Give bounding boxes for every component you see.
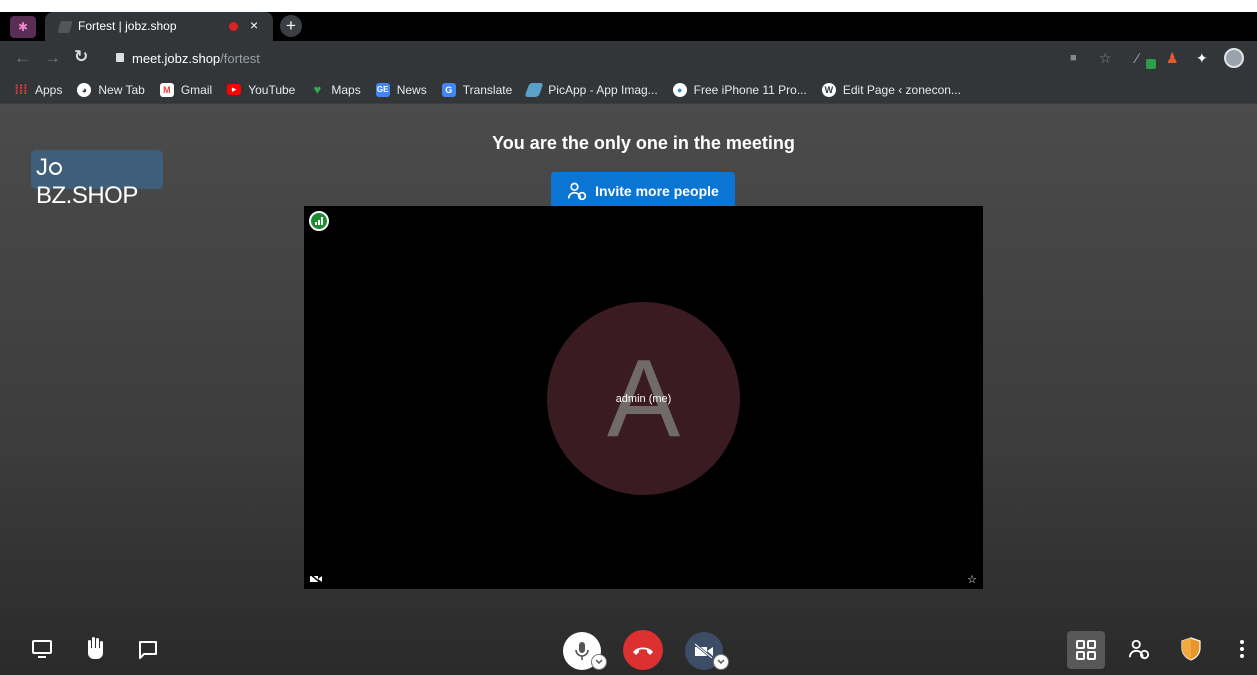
bookmark-apps[interactable]: ⁞⁞⁞ Apps: [14, 82, 63, 97]
invite-label: Invite more people: [595, 182, 719, 199]
raise-hand-icon[interactable]: [84, 635, 108, 661]
bookmark-picapp[interactable]: PicApp - App Imag...: [524, 82, 658, 97]
camera-button[interactable]: [685, 632, 729, 670]
logo-text-right: BZ.SHOP: [36, 182, 138, 209]
bookmark-gmail[interactable]: M Gmail: [159, 82, 213, 97]
camera-blocked-icon[interactable]: ■: [1070, 52, 1077, 64]
tab-close-icon[interactable]: ×: [250, 17, 258, 33]
globe-icon: ◕: [77, 82, 92, 97]
bookmark-maps[interactable]: ♥ Maps: [310, 82, 361, 97]
chat-icon[interactable]: [137, 639, 159, 661]
connection-quality-icon[interactable]: [309, 211, 329, 231]
add-person-icon: [567, 182, 587, 200]
bookmark-star-icon[interactable]: ☆: [1099, 50, 1112, 67]
url-path: /fortest: [220, 51, 260, 66]
lock-icon: [116, 53, 124, 62]
microphone-icon: [575, 642, 589, 660]
wordpress-icon: W: [821, 82, 836, 97]
logo-text-left: J: [36, 154, 48, 181]
camera-off-icon: [694, 643, 713, 659]
tab-title: Fortest | jobz.shop: [78, 19, 177, 33]
forward-arrow-icon[interactable]: →: [44, 48, 61, 68]
person-extension-icon[interactable]: ♟: [1166, 50, 1179, 67]
hangup-phone-icon: [633, 647, 653, 655]
address-bar: ← → ↻ meet.jobz.shop/fortest ■ ☆ ⁄ ♟ ✦: [0, 41, 1257, 76]
bookmark-label: Maps: [331, 82, 361, 97]
slack-app-icon[interactable]: ✱: [10, 16, 36, 38]
url-host: meet.jobz.shop: [132, 51, 221, 66]
bookmark-label: New Tab: [98, 82, 145, 97]
url-field[interactable]: meet.jobz.shop/fortest: [132, 51, 260, 66]
bookmark-label: Gmail: [180, 82, 213, 97]
profile-avatar[interactable]: [1224, 48, 1244, 68]
bookmark-new-tab[interactable]: ◕ New Tab: [77, 82, 145, 97]
meeting-area: JBZ.SHOP You are the only one in the mee…: [0, 104, 1257, 675]
back-arrow-icon[interactable]: ←: [14, 48, 31, 68]
apps-grid-icon: ⁞⁞⁞: [14, 82, 28, 97]
more-options-icon[interactable]: [1238, 639, 1246, 659]
bookmark-label: Translate: [462, 82, 513, 97]
screen-share-icon[interactable]: [31, 638, 53, 660]
translate-icon: G: [441, 82, 456, 97]
extension-badge-icon: [1146, 59, 1156, 69]
bookmarks-bar: ⁞⁞⁞ Apps ◕ New Tab M Gmail ▸ YouTube ♥ M…: [0, 76, 1257, 104]
bookmark-news[interactable]: GE News: [375, 82, 427, 97]
bookmark-translate[interactable]: G Translate: [441, 82, 513, 97]
microphone-button[interactable]: [563, 632, 607, 670]
picapp-icon: [524, 82, 544, 97]
gmail-icon: M: [159, 82, 174, 97]
bookmark-edit-page[interactable]: W Edit Page ‹ zonecon...: [821, 82, 961, 97]
puzzle-extensions-icon[interactable]: ✦: [1196, 50, 1208, 67]
pen-extension-icon[interactable]: ⁄: [1136, 50, 1138, 66]
invite-people-icon[interactable]: [1128, 638, 1150, 660]
bookmark-label: Edit Page ‹ zonecon...: [842, 82, 961, 97]
recording-indicator-icon: [229, 22, 238, 31]
bookmark-label: News: [396, 82, 427, 97]
google-news-icon: GE: [375, 82, 390, 97]
bookmark-label: PicApp - App Imag...: [548, 82, 658, 97]
magnifier-icon: [48, 162, 62, 175]
camera-options-chevron-icon[interactable]: [713, 654, 729, 670]
new-tab-button[interactable]: +: [280, 15, 302, 37]
participant-name: admin (me): [615, 393, 672, 405]
tile-view-button[interactable]: [1067, 631, 1105, 669]
bookmark-youtube[interactable]: ▸ YouTube: [227, 83, 295, 97]
jobz-shop-logo[interactable]: JBZ.SHOP: [31, 150, 163, 209]
reload-icon[interactable]: ↻: [74, 47, 88, 67]
moderator-star-icon: ☆: [967, 574, 977, 586]
video-stage: A admin (me) ☆: [304, 206, 983, 589]
bookmark-label: Free iPhone 11 Pro...: [693, 82, 807, 97]
mic-options-chevron-icon[interactable]: [591, 654, 607, 670]
tab-favicon-icon: [57, 21, 73, 33]
bookmark-free-iphone[interactable]: ● Free iPhone 11 Pro...: [672, 82, 807, 97]
iphone-site-icon: ●: [672, 82, 687, 97]
tile-view-icon: [1076, 640, 1096, 660]
video-muted-icon: [310, 574, 322, 584]
browser-tab[interactable]: Fortest | jobz.shop ×: [45, 12, 273, 41]
invite-more-people-button[interactable]: Invite more people: [551, 172, 735, 209]
bookmark-label: Apps: [35, 82, 63, 97]
hangup-button[interactable]: [623, 630, 663, 670]
security-shield-icon[interactable]: [1181, 637, 1201, 661]
meeting-notice: You are the only one in the meeting: [492, 133, 795, 153]
maps-pin-icon: ♥: [313, 82, 322, 97]
bookmark-label: YouTube: [248, 82, 296, 97]
browser-tab-strip: ✱ Fortest | jobz.shop × +: [0, 0, 1257, 41]
youtube-icon: ▸: [227, 84, 242, 95]
